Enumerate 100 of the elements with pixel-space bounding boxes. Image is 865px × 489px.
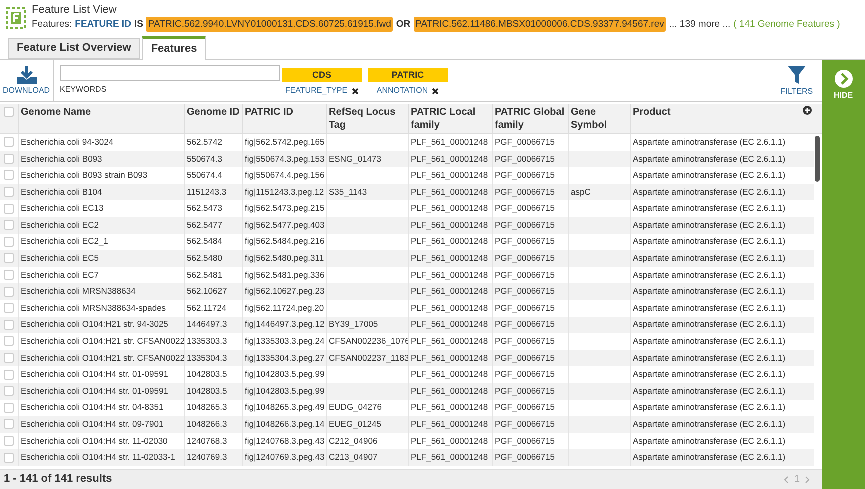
table-row[interactable]: Escherichia coli O104:H4 str. 11-02033-1 1240769.3 fig|1240769.3.peg.43 C213_04907 PLF_561_00001248 PGF_00066715 Aspartate aminotransferase (EC 2.6.1.1)	[0, 449, 814, 466]
chevron-left-icon[interactable]	[784, 476, 790, 484]
row-checkbox[interactable]	[4, 204, 14, 214]
column-header[interactable]: Genome Name	[21, 106, 92, 119]
table-cell: PLF_561_00001248	[411, 169, 488, 182]
table-cell: Aspartate aminotransferase (EC 2.6.1.1)	[633, 384, 786, 398]
table-cell: PGF_00066715	[495, 252, 556, 265]
chevron-right-icon[interactable]	[805, 476, 810, 484]
table-cell: fig|1048266.3.peg.14	[245, 418, 325, 431]
table-cell: EUEG_01245	[329, 418, 382, 431]
table-cell: C212_04906	[329, 434, 378, 448]
table-cell: 1240768.3	[187, 434, 228, 448]
table-cell: PLF_561_00001248	[411, 235, 488, 248]
table-cell: PGF_00066715	[495, 218, 556, 232]
table-cell: BY39_17005	[329, 318, 378, 332]
table-cell: 550674.3	[187, 152, 222, 166]
table-cell: PLF_561_00001248	[411, 384, 488, 398]
filter-chip[interactable]: CDS	[282, 68, 362, 82]
table-cell: fig|1240769.3.peg.43	[245, 451, 325, 464]
add-column-icon[interactable]	[803, 106, 812, 115]
table-row[interactable]: Escherichia coli EC2 562.5477 fig|562.5477.peg.403 PLF_561_00001248 PGF_00066715 Aspartate aminotransferase (EC 2.6.1.1)	[0, 216, 814, 234]
table-cell: CFSAN002236_1076	[329, 335, 410, 348]
row-checkbox[interactable]	[4, 336, 14, 346]
table-row[interactable]: Escherichia coli B093 550674.3 fig|550674.3.peg.153 ESNG_01473 PLF_561_00001248 PGF_00066715 Aspartate aminotransferase (EC 2.6.1.1)	[0, 150, 814, 168]
column-header[interactable]: Product	[633, 106, 671, 119]
close-icon[interactable]	[352, 88, 359, 94]
table-cell: 562.10627	[187, 285, 228, 298]
table-cell: PLF_561_00001248	[411, 218, 488, 232]
table-row[interactable]: Escherichia coli O104:H21 str. 94-3025 1446497.3 fig|1446497.3.peg.12 BY39_17005 PLF_561_00001248 PGF_00066715 Aspartate aminotransferase (EC 2.6.1.1)	[0, 316, 814, 334]
table-cell: 562.5480	[187, 252, 222, 265]
row-checkbox[interactable]	[4, 170, 14, 180]
row-checkbox[interactable]	[4, 270, 14, 280]
row-checkbox[interactable]	[4, 220, 14, 230]
row-checkbox[interactable]	[4, 353, 14, 364]
table-cell: PGF_00066715	[495, 384, 556, 398]
tab[interactable]: Feature List Overview	[8, 38, 140, 59]
row-checkbox[interactable]	[4, 286, 14, 297]
row-checkbox[interactable]	[4, 436, 14, 446]
close-icon[interactable]	[432, 88, 440, 94]
table-cell: fig|1151243.3.peg.12	[245, 186, 324, 198]
row-checkbox[interactable]	[4, 303, 14, 314]
row-checkbox[interactable]	[4, 137, 14, 148]
scrollbar-thumb[interactable]	[815, 136, 820, 182]
table-cell: 1446497.3	[187, 318, 228, 332]
view-title: Feature List View	[32, 3, 118, 17]
table-cell: PLF_561_00001248	[411, 451, 488, 464]
table-cell: PGF_00066715	[495, 302, 556, 315]
query-field: FEATURE ID	[75, 17, 132, 32]
table-row[interactable]: Escherichia coli O104:H21 str. CFSAN0022 1335304.3 fig|1335304.3.peg.27 CFSAN002237_1183 PLF_561_00001248 PGF_00066715 Aspartate aminotransferase (EC 2.6.1.1)	[0, 350, 814, 366]
table-cell: PLF_561_00001248	[411, 268, 488, 282]
table-row[interactable]: Escherichia coli EC7 562.5481 fig|562.5481.peg.336 PLF_561_00001248 PGF_00066715 Aspartate aminotransferase (EC 2.6.1.1)	[0, 266, 814, 284]
table-cell: Aspartate aminotransferase (EC 2.6.1.1)	[633, 318, 786, 332]
table-row[interactable]: Escherichia coli O104:H4 str. 04-8351 1048265.3 fig|1048265.3.peg.49 EUDG_04276 PLF_561_00001248 PGF_00066715 Aspartate aminotransferase (EC 2.6.1.1)	[0, 400, 814, 416]
row-checkbox[interactable]	[4, 236, 14, 247]
table-cell: Escherichia coli O104:H21 str. CFSAN0022	[21, 335, 185, 348]
column-header[interactable]: PATRIC ID	[245, 106, 294, 119]
column-header[interactable]: PATRIC Global family	[495, 106, 566, 132]
row-checkbox[interactable]	[4, 452, 14, 463]
download-button[interactable]: DOWNLOAD	[0, 60, 54, 101]
table-row[interactable]: Escherichia coli EC2_1 562.5484 fig|562.5484.peg.216 PLF_561_00001248 PGF_00066715 Aspartate aminotransferase (EC 2.6.1.1)	[0, 234, 814, 250]
row-checkbox[interactable]	[4, 154, 14, 164]
column-header[interactable]: Genome ID	[187, 106, 240, 119]
table-cell: fig|1446497.3.peg.12	[245, 318, 325, 332]
table-cell: Escherichia coli O104:H4 str. 11-02033-1	[21, 451, 176, 464]
table-row[interactable]: Escherichia coli O104:H4 str. 11-02030 1240768.3 fig|1240768.3.peg.43 C212_04906 PLF_561_00001248 PGF_00066715 Aspartate aminotransferase (EC 2.6.1.1)	[0, 432, 814, 450]
table-row[interactable]: Escherichia coli O104:H4 str. 01-09591 1042803.5 fig|1042803.5.peg.99 PLF_561_00001248 PGF_00066715 Aspartate aminotransferase (EC 2.6.1.1)	[0, 382, 814, 400]
column-header[interactable]: RefSeq Locus Tag	[329, 106, 406, 132]
keywords-label: KEYWORDS	[60, 84, 108, 96]
row-checkbox[interactable]	[4, 253, 14, 264]
tab[interactable]: Features	[142, 36, 206, 60]
table-row[interactable]: Escherichia coli B104 1151243.3 fig|1151243.3.peg.12 S35_1143 PLF_561_00001248 PGF_00066715 aspC Aspartate aminotransferase (EC 2.6.1.1)	[0, 184, 814, 200]
select-all-checkbox[interactable]	[4, 107, 14, 117]
query-label: Features:	[32, 18, 72, 32]
table-cell: ESNG_01473	[329, 152, 382, 166]
filter-chip[interactable]: PATRIC	[368, 68, 448, 82]
row-checkbox[interactable]	[4, 320, 14, 330]
row-checkbox[interactable]	[4, 419, 14, 430]
column-header[interactable]: PATRIC Local family	[411, 106, 490, 132]
table-cell: PLF_561_00001248	[411, 285, 488, 298]
column-header[interactable]: Gene Symbol	[571, 106, 628, 132]
row-checkbox[interactable]	[4, 402, 14, 413]
query-joiner: OR	[396, 18, 411, 32]
table-cell: fig|562.5480.peg.311	[245, 252, 324, 265]
row-checkbox[interactable]	[4, 386, 14, 396]
row-checkbox[interactable]	[4, 370, 14, 380]
table-cell: PGF_00066715	[495, 268, 556, 282]
table-row[interactable]: Escherichia coli MRSN388634 562.10627 fig|562.10627.peg.23 PLF_561_00001248 PGF_00066715 Aspartate aminotransferase (EC 2.6.1.1)	[0, 283, 814, 300]
table-cell: Escherichia coli B093	[21, 152, 102, 166]
table-cell: Aspartate aminotransferase (EC 2.6.1.1)	[633, 202, 786, 216]
table-cell: Aspartate aminotransferase (EC 2.6.1.1)	[633, 252, 786, 265]
row-checkbox[interactable]	[4, 187, 14, 198]
table-row[interactable]: Escherichia coli EC5 562.5480 fig|562.5480.peg.311 PLF_561_00001248 PGF_00066715 Aspartate aminotransferase (EC 2.6.1.1)	[0, 250, 814, 267]
table-cell: Aspartate aminotransferase (EC 2.6.1.1)	[633, 152, 786, 166]
table-cell: Aspartate aminotransferase (EC 2.6.1.1)	[633, 451, 786, 464]
table-cell: 1048265.3	[187, 401, 228, 414]
keywords-field[interactable]	[60, 65, 280, 81]
table-cell: PGF_00066715	[495, 401, 556, 414]
table-row[interactable]: Escherichia coli O104:H4 str. 09-7901 1048266.3 fig|1048266.3.peg.14 EUEG_01245 PLF_561_00001248 PGF_00066715 Aspartate aminotransferase (EC 2.6.1.1)	[0, 416, 814, 433]
filters-button[interactable]: FILTERS	[772, 60, 822, 101]
table-cell: 1048266.3	[187, 418, 228, 431]
